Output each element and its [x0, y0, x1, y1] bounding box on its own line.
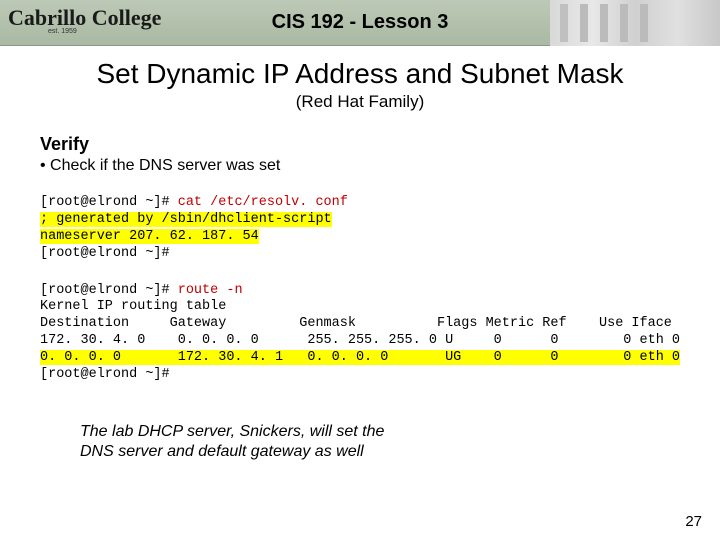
- slide-header: Cabrillo College est. 1959 CIS 192 - Les…: [0, 0, 720, 46]
- prompt: [root@elrond ~]#: [40, 367, 170, 382]
- route-kernel-line: Kernel IP routing table: [40, 299, 226, 314]
- route-header-row: Destination Gateway Genmask Flags Metric…: [40, 316, 672, 331]
- command-cat-resolv: cat /etc/resolv. conf: [178, 195, 348, 210]
- note-line-1: The lab DHCP server, Snickers, will set …: [80, 423, 384, 440]
- route-row-2-default: 0. 0. 0. 0 172. 30. 4. 1 0. 0. 0. 0 UG 0…: [40, 350, 640, 365]
- slide-title: Set Dynamic IP Address and Subnet Mask: [0, 58, 720, 90]
- route-row-2-iface: eth 0: [640, 350, 681, 365]
- prompt: [root@elrond ~]#: [40, 195, 178, 210]
- slide-subtitle: (Red Hat Family): [0, 92, 720, 112]
- resolv-nameserver-line: nameserver 207. 62. 187. 54: [40, 229, 259, 244]
- terminal-block-2: [root@elrond ~]# route -n Kernel IP rout…: [40, 283, 720, 384]
- terminal-block-1: [root@elrond ~]# cat /etc/resolv. conf ;…: [40, 195, 720, 263]
- page-number: 27: [685, 513, 702, 530]
- college-logo-subtext: est. 1959: [48, 28, 77, 35]
- header-title: CIS 192 - Lesson 3: [272, 11, 449, 34]
- route-row-1: 172. 30. 4. 0 0. 0. 0. 0 255. 255. 255. …: [40, 333, 680, 348]
- verify-bullet: • Check if the DNS server was set: [40, 157, 720, 175]
- header-photo: [550, 0, 720, 46]
- command-route-n: route -n: [178, 283, 243, 298]
- resolv-generated-line: ; generated by /sbin/dhclient-script: [40, 212, 332, 227]
- prompt: [root@elrond ~]#: [40, 246, 170, 261]
- college-logo-text: Cabrillo College: [8, 5, 161, 31]
- note-line-2: DNS server and default gateway as well: [80, 443, 364, 460]
- footer-note: The lab DHCP server, Snickers, will set …: [80, 422, 720, 462]
- prompt: [root@elrond ~]#: [40, 283, 178, 298]
- verify-heading: Verify: [40, 134, 720, 155]
